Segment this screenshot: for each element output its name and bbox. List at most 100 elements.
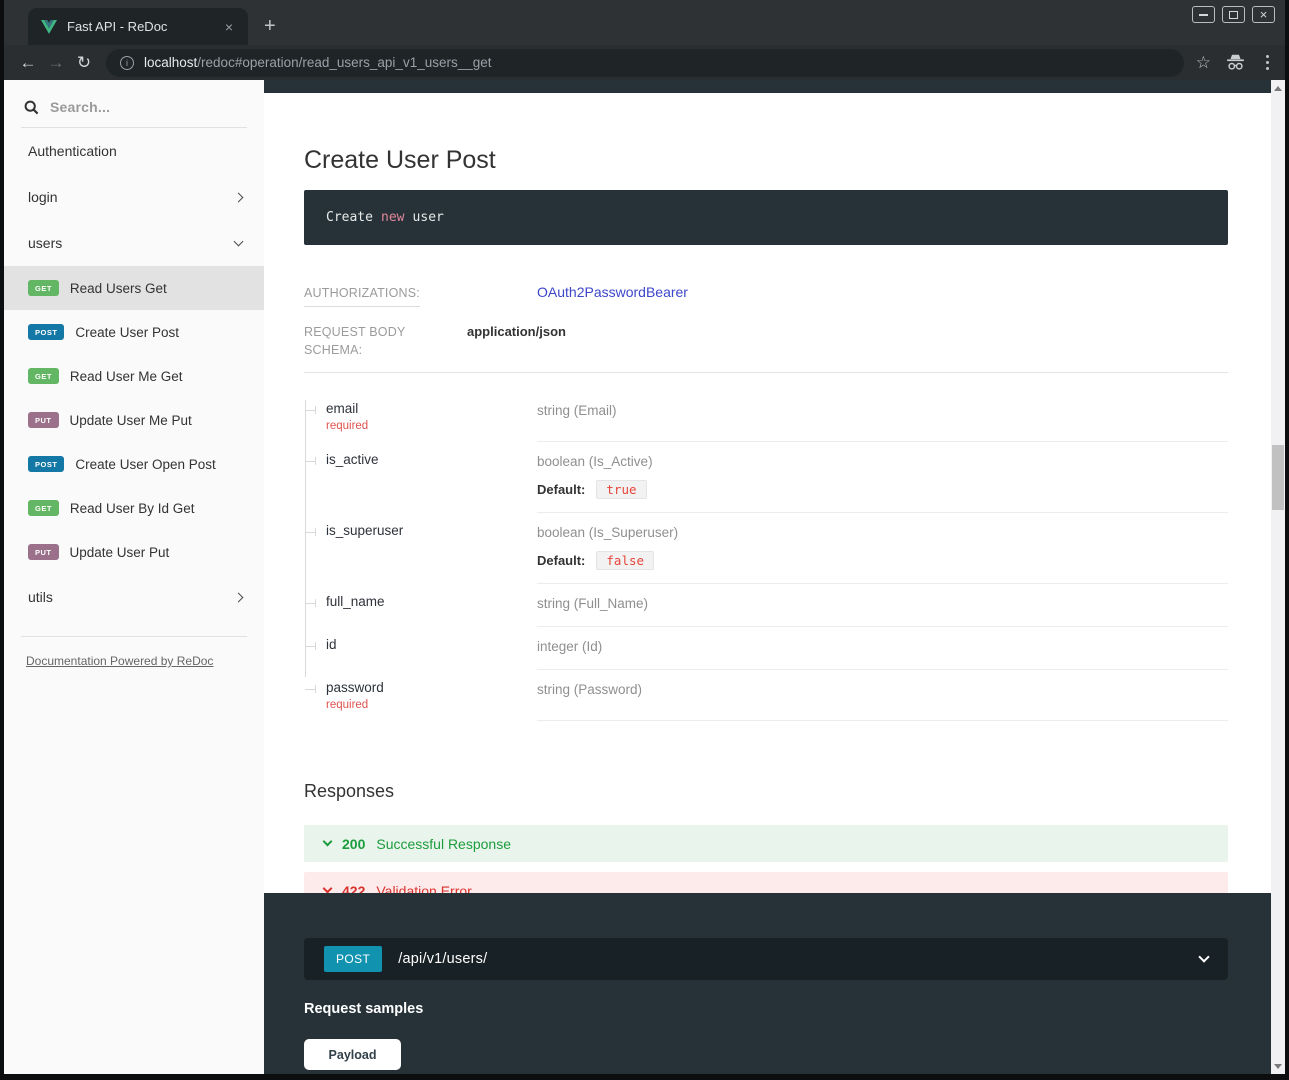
new-tab-button[interactable]: +	[264, 16, 276, 36]
sidebar-item-authentication[interactable]: Authentication	[4, 128, 264, 174]
field-name[interactable]: id	[326, 637, 529, 652]
bookmark-star-icon[interactable]: ☆	[1196, 53, 1211, 73]
sidebar-op-create-user-open-post[interactable]: POST Create User Open Post	[4, 442, 264, 486]
sidebar-item-utils[interactable]: utils	[4, 574, 264, 620]
address-bar[interactable]: i localhost/redoc#operation/read_users_a…	[106, 49, 1184, 77]
authorizations-label: AUTHORIZATIONS:	[304, 286, 420, 307]
page-title: Create User Post	[304, 145, 1228, 176]
tab-close-icon[interactable]: ×	[220, 18, 238, 36]
media-type: application/json	[467, 324, 566, 339]
schema-field-is-superuser: is_superuser boolean (Is_Superuser) Defa…	[305, 513, 1228, 584]
incognito-icon	[1225, 54, 1246, 71]
response-200-banner[interactable]: 200 Successful Response	[304, 825, 1228, 862]
response-code: 200	[342, 836, 365, 852]
minimize-button[interactable]	[1192, 6, 1215, 23]
maximize-button[interactable]	[1222, 6, 1245, 23]
method-badge-get: GET	[28, 280, 59, 296]
page-scrollbar[interactable]	[1271, 80, 1285, 1074]
method-badge-post: POST	[324, 946, 382, 972]
vue-favicon-icon	[41, 20, 57, 34]
required-label: required	[326, 699, 529, 711]
search-icon	[24, 100, 39, 115]
response-label: Successful Response	[376, 836, 511, 852]
request-body-schema: email required string (Email) is_active …	[305, 391, 1228, 721]
close-button[interactable]: ×	[1252, 6, 1275, 23]
redoc-sidebar: Authentication login users GET Read User…	[4, 80, 264, 1074]
sidebar-divider	[21, 636, 247, 637]
method-badge-get: GET	[28, 368, 59, 384]
oauth2-link[interactable]: OAuth2PasswordBearer	[537, 284, 688, 300]
field-type: string (Email)	[537, 403, 617, 418]
endpoint-dropdown[interactable]: POST /api/v1/users/	[304, 938, 1228, 980]
chevron-down-icon	[1198, 951, 1209, 962]
sidebar-op-update-user-put[interactable]: PUT Update User Put	[4, 530, 264, 574]
tab-title: Fast API - ReDoc	[67, 19, 210, 34]
sidebar-item-users[interactable]: users	[4, 220, 264, 266]
maximize-icon	[1229, 11, 1238, 19]
default-label: Default:	[537, 553, 585, 568]
sidebar-item-label: utils	[28, 589, 53, 605]
sidebar-op-read-users-get[interactable]: GET Read Users Get	[4, 266, 264, 310]
schema-field-full-name: full_name string (Full_Name)	[305, 584, 1228, 627]
required-label: required	[326, 420, 529, 432]
sidebar-op-read-user-me-get[interactable]: GET Read User Me Get	[4, 354, 264, 398]
scrollbar-thumb[interactable]	[1272, 445, 1284, 510]
browser-tab[interactable]: Fast API - ReDoc ×	[28, 8, 248, 45]
search-box[interactable]	[21, 92, 247, 128]
chevron-right-icon	[234, 592, 244, 602]
site-info-icon[interactable]: i	[120, 56, 134, 70]
sidebar-item-label: users	[28, 235, 62, 251]
responses-title: Responses	[304, 781, 1228, 802]
field-type: string (Password)	[537, 682, 642, 697]
scrollbar-up-button[interactable]	[1271, 81, 1285, 95]
sidebar-item-login[interactable]: login	[4, 174, 264, 220]
field-name[interactable]: full_name	[326, 594, 529, 609]
url-path: /redoc#operation/read_users_api_v1_users…	[197, 55, 491, 70]
reload-button[interactable]: ↻	[70, 49, 98, 77]
default-label: Default:	[537, 482, 585, 497]
main-panel: Create User Post Createnewuser AUTHORIZA…	[264, 80, 1271, 1074]
request-body-label: REQUEST BODY SCHEMA:	[304, 325, 405, 357]
browser-window: Fast API - ReDoc × + × ← → ↻ i localhost…	[0, 0, 1289, 1080]
redoc-footer-link[interactable]: Documentation Powered by ReDoc	[26, 654, 213, 668]
operation-description-code: Createnewuser	[304, 190, 1228, 245]
back-button[interactable]: ←	[14, 49, 42, 77]
request-body-row: REQUEST BODY SCHEMA: application/json	[304, 323, 1228, 373]
code-text: Create	[326, 210, 373, 225]
scrollbar-down-button[interactable]	[1271, 1059, 1285, 1073]
payload-tab[interactable]: Payload	[304, 1039, 401, 1070]
method-badge-put: PUT	[28, 412, 59, 428]
field-name[interactable]: email	[326, 401, 529, 416]
code-text: user	[413, 210, 444, 225]
field-type: boolean (Is_Superuser)	[537, 525, 678, 540]
sidebar-op-update-user-me-put[interactable]: PUT Update User Me Put	[4, 398, 264, 442]
operation-label: Read Users Get	[70, 281, 167, 296]
method-badge-put: PUT	[28, 544, 59, 560]
field-name[interactable]: is_active	[326, 452, 529, 467]
method-badge-post: POST	[28, 456, 64, 472]
field-name[interactable]: is_superuser	[326, 523, 529, 538]
field-name[interactable]: password	[326, 680, 529, 695]
page-viewport: Authentication login users GET Read User…	[4, 80, 1285, 1074]
operation-label: Update User Put	[70, 545, 170, 560]
schema-field-password: password required string (Password)	[305, 670, 1228, 721]
operation-content: Create User Post Createnewuser AUTHORIZA…	[264, 145, 1271, 909]
browser-menu-button[interactable]	[1260, 55, 1275, 70]
chevron-down-icon	[234, 237, 244, 247]
request-samples-panel: POST /api/v1/users/ Request samples Payl…	[264, 893, 1271, 1074]
minimize-icon	[1199, 14, 1208, 16]
window-controls: ×	[1192, 6, 1275, 23]
triangle-down-icon	[1274, 1064, 1282, 1069]
sidebar-item-label: Authentication	[28, 143, 117, 159]
operation-label: Create User Post	[75, 325, 179, 340]
search-input[interactable]	[48, 98, 208, 116]
endpoint-path: /api/v1/users/	[398, 951, 487, 967]
forward-button[interactable]: →	[42, 49, 70, 77]
default-value: false	[596, 551, 654, 570]
sidebar-op-create-user-post[interactable]: POST Create User Post	[4, 310, 264, 354]
field-type: integer (Id)	[537, 639, 602, 654]
sidebar-op-read-user-by-id-get[interactable]: GET Read User By Id Get	[4, 486, 264, 530]
previous-section-dark-strip	[264, 80, 1271, 93]
operation-label: Update User Me Put	[70, 413, 192, 428]
schema-field-is-active: is_active boolean (Is_Active) Default: t…	[305, 442, 1228, 513]
